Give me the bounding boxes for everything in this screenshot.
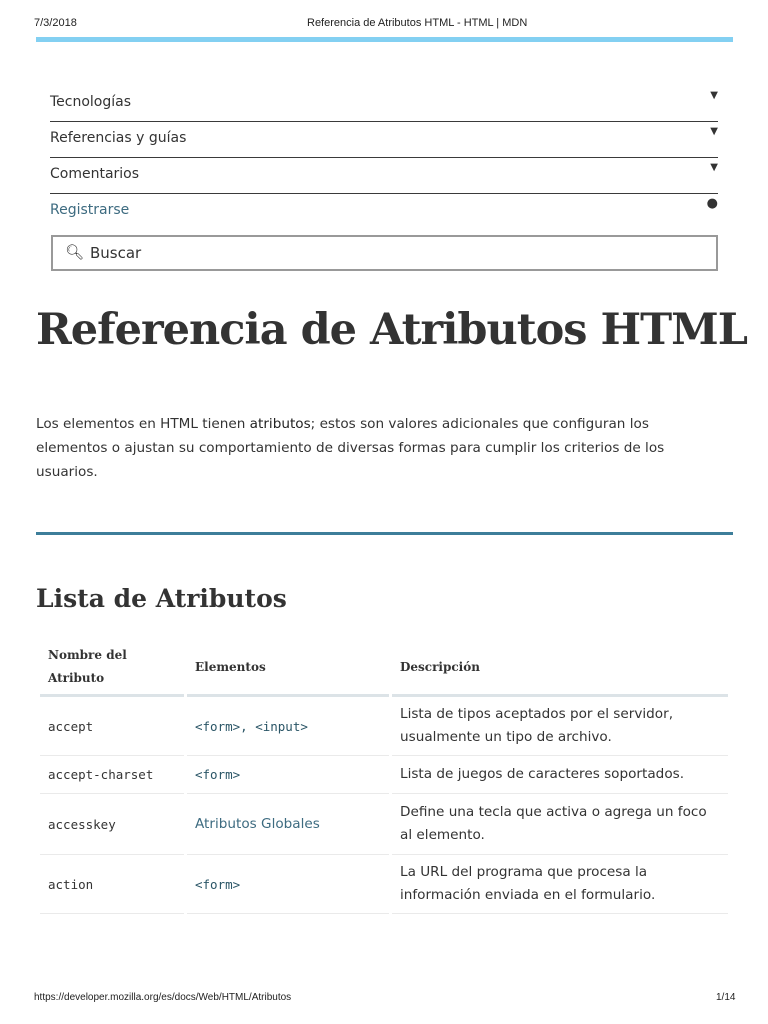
- table-row: accesskey Atributos Globales Define una te…: [40, 794, 728, 855]
- page-number: 1/14: [716, 992, 736, 1003]
- atributos-term: atributos: [249, 416, 311, 432]
- nav-label: Comentarios: [50, 166, 140, 182]
- chevron-down-icon: ▼: [710, 126, 718, 137]
- print-title: Referencia de Atributos HTML - HTML | MD…: [307, 17, 528, 29]
- header-name: Nombre del Atributo: [40, 640, 184, 697]
- attr-elements[interactable]: <form>, <input>: [187, 697, 389, 756]
- top-bar: [36, 37, 733, 42]
- search-input[interactable]: 🔍︎ Buscar: [51, 235, 718, 271]
- table-row: accept <form>, <input> Lista de tipos acep…: [40, 697, 728, 756]
- attr-name: accept-charset: [40, 756, 184, 794]
- chevron-down-icon: ▼: [710, 162, 718, 173]
- print-date: 7/3/2018: [34, 17, 77, 29]
- footer-url: https://developer.mozilla.org/es/docs/We…: [34, 992, 292, 1003]
- attr-name: accesskey: [40, 794, 184, 855]
- header-elements: Elementos: [187, 640, 389, 697]
- global-attributes-link[interactable]: Atributos Globales: [187, 794, 389, 855]
- page-title: Referencia de Atributos HTML: [36, 305, 748, 355]
- nav-label: Registrarse: [50, 202, 130, 218]
- table-row: accept-charset <form> Lista de juegos de c…: [40, 756, 728, 794]
- table-header: Nombre del Atributo Elementos Descripció…: [40, 640, 728, 697]
- attr-desc: La URL del programa que procesa la infor…: [392, 855, 728, 914]
- attr-desc: Lista de tipos aceptados por el servidor…: [392, 697, 728, 756]
- nav-label: Referencias y guías: [50, 130, 187, 146]
- nav-referencias[interactable]: Referencias y guías ▼: [50, 122, 718, 158]
- attr-name: accept: [40, 697, 184, 756]
- nav-registrarse[interactable]: Registrarse ●: [50, 194, 718, 230]
- search-placeholder: Buscar: [90, 244, 142, 262]
- search-icon: 🔍︎: [65, 243, 85, 261]
- attr-name: action: [40, 855, 184, 914]
- section-title: Lista de Atributos: [36, 584, 287, 613]
- table-row: action <form> La URL del programa que proc…: [40, 855, 728, 914]
- attributes-table: Nombre del Atributo Elementos Descripció…: [37, 640, 731, 914]
- nav-comentarios[interactable]: Comentarios ▼: [50, 158, 718, 194]
- intro-paragraph: Los elementos en HTML tienen atributos; …: [36, 416, 665, 480]
- attr-elements[interactable]: <form>: [187, 855, 389, 914]
- chevron-down-icon: ▼: [710, 90, 718, 101]
- attr-elements[interactable]: <form>: [187, 756, 389, 794]
- header-description: Descripción: [392, 640, 728, 697]
- section-divider: [36, 532, 733, 535]
- github-icon: ●: [706, 196, 718, 211]
- nav-label: Tecnologías: [50, 94, 132, 110]
- nav-tecnologias[interactable]: Tecnologías ▼: [50, 86, 718, 122]
- attr-desc: Lista de juegos de caracteres soportados…: [392, 756, 728, 794]
- attr-desc: Define una tecla que activa o agrega un …: [392, 794, 728, 855]
